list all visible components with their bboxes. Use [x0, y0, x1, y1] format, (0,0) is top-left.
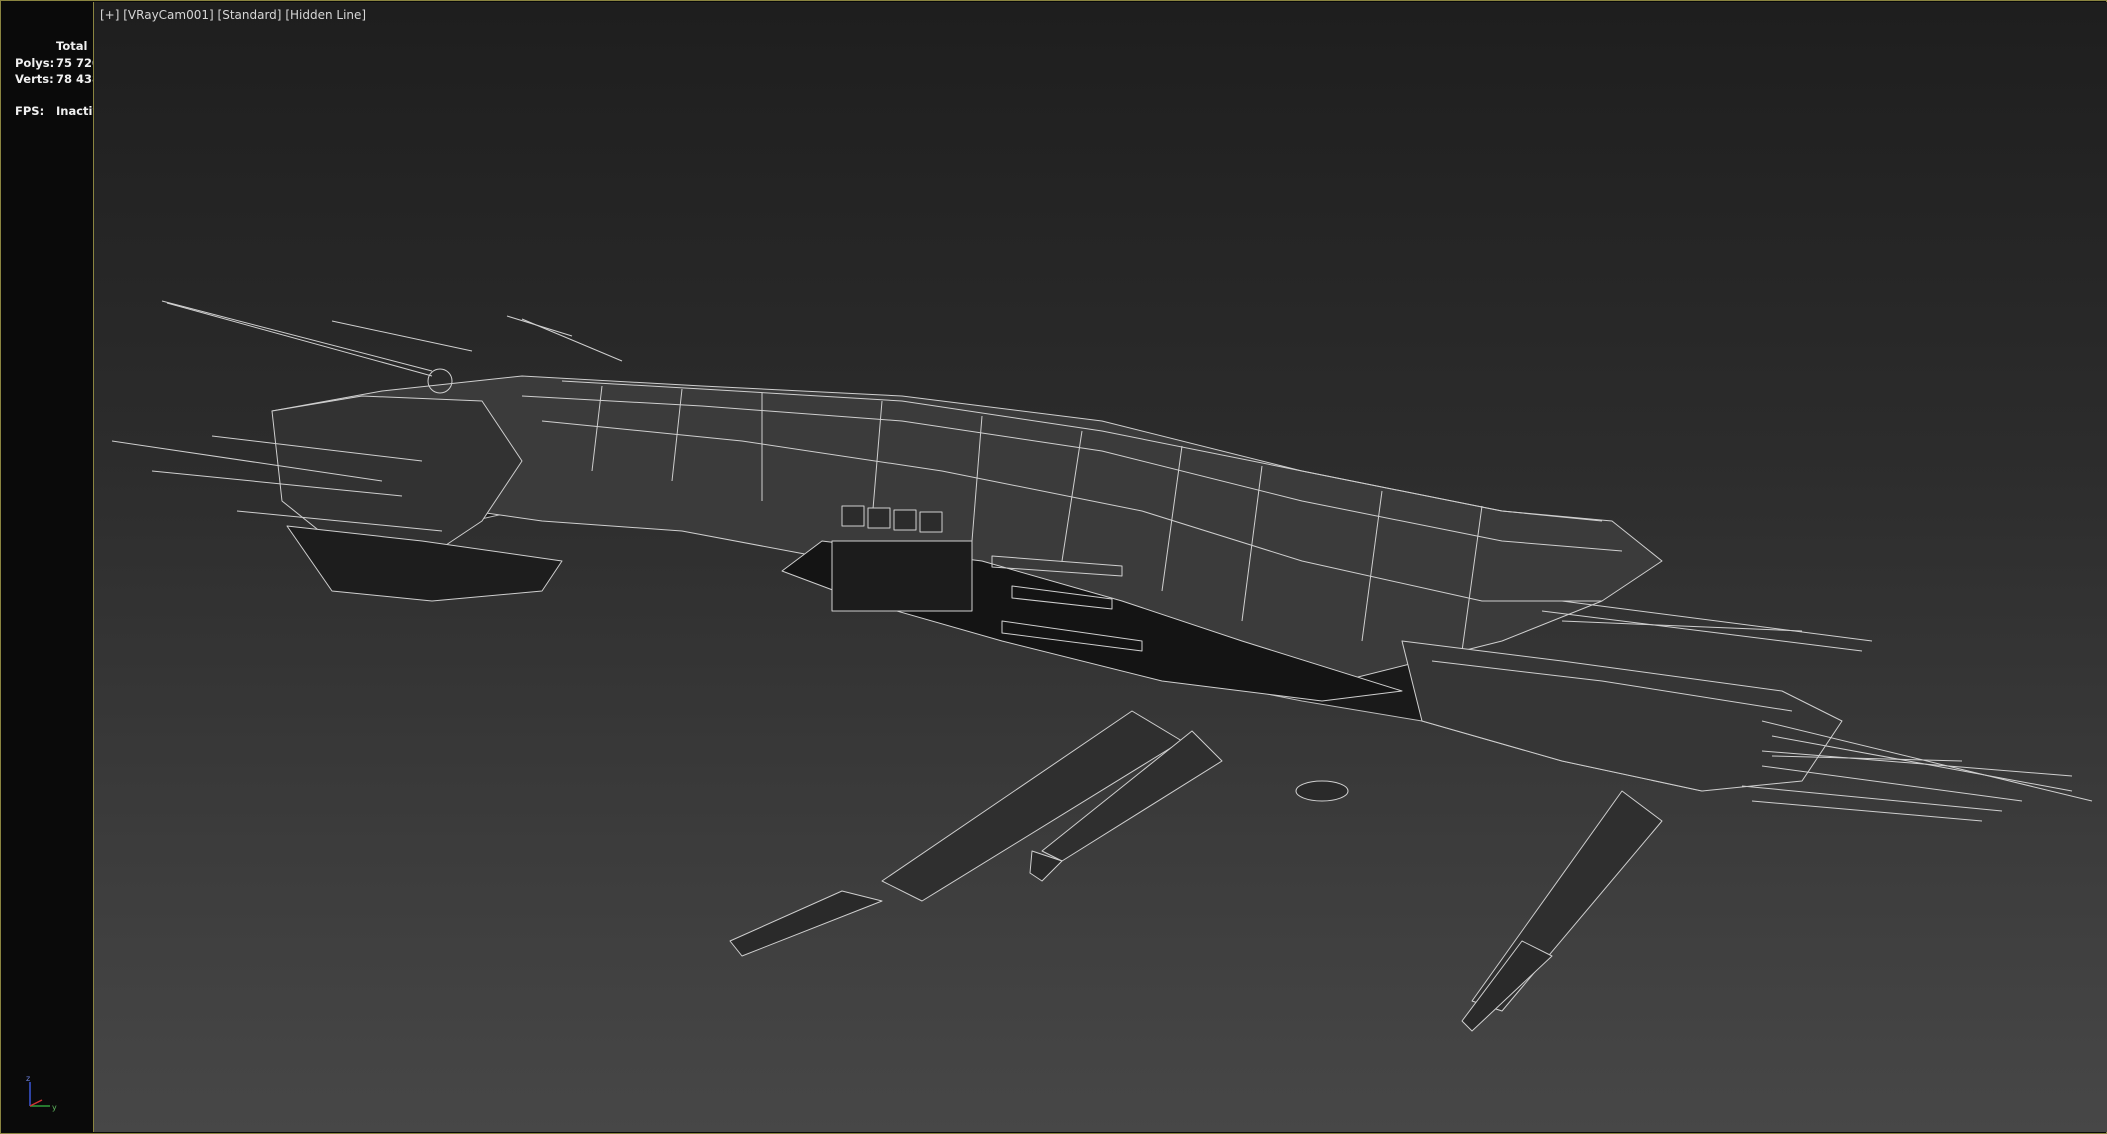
polys-label: Polys:: [15, 56, 55, 70]
stats-header: Total: [56, 39, 88, 53]
shading-selector[interactable]: [Standard]: [218, 8, 282, 22]
gizmo-y-label: y: [52, 1103, 57, 1112]
viewport-menu-button[interactable]: [+]: [100, 8, 119, 22]
axis-gizmo-icon: z y: [26, 1074, 57, 1112]
stats-panel: Total Polys: 75 720 Verts: 78 438 FPS: I…: [2, 2, 108, 1133]
spaceship-wireframe-model[interactable]: [94, 2, 2107, 1132]
camera-selector[interactable]: [VRayCam001]: [123, 8, 213, 22]
verts-label: Verts:: [15, 72, 54, 86]
render-style-selector[interactable]: [Hidden Line]: [285, 8, 366, 22]
gizmo-z-label: z: [26, 1074, 30, 1083]
perspective-viewport[interactable]: [+] [VRayCam001] [Standard] [Hidden Line…: [93, 2, 2107, 1132]
viewport-frame: Total Polys: 75 720 Verts: 78 438 FPS: I…: [0, 0, 2107, 1134]
viewport-label[interactable]: [+] [VRayCam001] [Standard] [Hidden Line…: [100, 8, 366, 22]
fps-label: FPS:: [15, 104, 45, 118]
